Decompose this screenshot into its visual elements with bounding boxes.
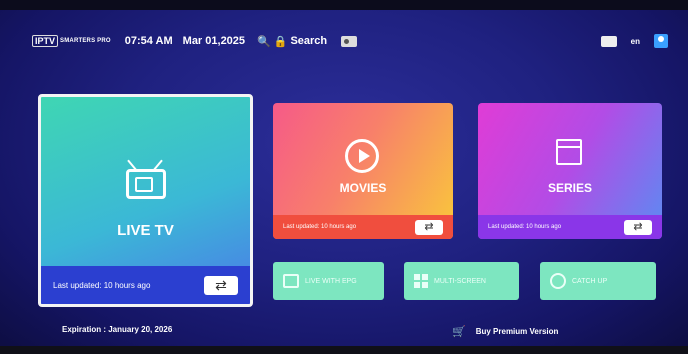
grid-icon xyxy=(414,274,428,288)
live-tv-card[interactable]: LIVE TV Last updated: 10 hours ago ⇄ xyxy=(38,94,253,307)
app-logo: IPTV SMARTERS PRO xyxy=(32,35,111,47)
epg-label: LIVE WITH EPG xyxy=(305,277,357,285)
live-with-epg-button[interactable]: LIVE WITH EPG xyxy=(273,262,384,300)
movies-card[interactable]: MOVIES Last updated: 10 hours ago ⇄ xyxy=(273,103,453,239)
play-icon xyxy=(345,139,379,173)
lock-icon: 🔒 xyxy=(273,35,288,48)
movies-last-updated: Last updated: 10 hours ago xyxy=(283,224,357,230)
logo-main: IPTV xyxy=(32,35,59,47)
live-tv-title: LIVE TV xyxy=(117,222,174,239)
tv-icon xyxy=(126,157,166,201)
app-screen: IPTV SMARTERS PRO 07:54 AM Mar 01,2025 🔍… xyxy=(0,0,688,354)
catchup-label: CATCH UP xyxy=(572,277,608,285)
buy-premium-button[interactable]: 🛒 Buy Premium Version xyxy=(452,325,558,338)
header-right-actions: en xyxy=(600,34,668,48)
live-tv-footer: Last updated: 10 hours ago ⇄ xyxy=(41,266,250,304)
user-icon[interactable] xyxy=(654,34,668,48)
top-bar: IPTV SMARTERS PRO 07:54 AM Mar 01,2025 🔍… xyxy=(32,27,668,55)
radio-icon[interactable] xyxy=(341,35,358,47)
multiscreen-label: MULTI-SCREEN xyxy=(434,277,486,285)
bezel-bottom xyxy=(0,346,688,354)
search-button[interactable]: 🔍 🔒 Search xyxy=(257,35,327,48)
clapperboard-icon xyxy=(556,139,582,165)
live-tv-last-updated: Last updated: 10 hours ago xyxy=(53,280,151,290)
movies-refresh-button[interactable]: ⇄ xyxy=(415,219,443,235)
cart-icon: 🛒 xyxy=(452,326,466,338)
bezel-top xyxy=(0,0,688,10)
movies-title: MOVIES xyxy=(339,181,387,195)
series-footer: Last updated: 10 hours ago ⇄ xyxy=(478,215,662,239)
catch-up-button[interactable]: CATCH UP xyxy=(540,262,656,300)
language-selector[interactable]: en xyxy=(631,37,640,46)
epg-icon xyxy=(283,274,299,288)
series-card[interactable]: SERIES Last updated: 10 hours ago ⇄ xyxy=(478,103,662,239)
clock-icon xyxy=(550,273,566,289)
movies-footer: Last updated: 10 hours ago ⇄ xyxy=(273,215,453,239)
search-label: Search xyxy=(290,35,328,47)
multi-screen-button[interactable]: MULTI-SCREEN xyxy=(404,262,519,300)
live-tv-refresh-button[interactable]: ⇄ xyxy=(204,275,238,295)
search-icon: 🔍 xyxy=(257,35,271,48)
expiration-text: Expiration : January 20, 2026 xyxy=(62,325,173,334)
record-icon[interactable] xyxy=(600,35,617,47)
series-refresh-button[interactable]: ⇄ xyxy=(624,219,652,235)
clock-time: 07:54 AM xyxy=(124,35,173,47)
logo-sub: SMARTERS PRO xyxy=(60,38,111,44)
clock-date: Mar 01,2025 xyxy=(182,35,246,47)
series-last-updated: Last updated: 10 hours ago xyxy=(488,224,562,230)
premium-label: Buy Premium Version xyxy=(475,327,559,336)
series-title: SERIES xyxy=(547,181,592,195)
